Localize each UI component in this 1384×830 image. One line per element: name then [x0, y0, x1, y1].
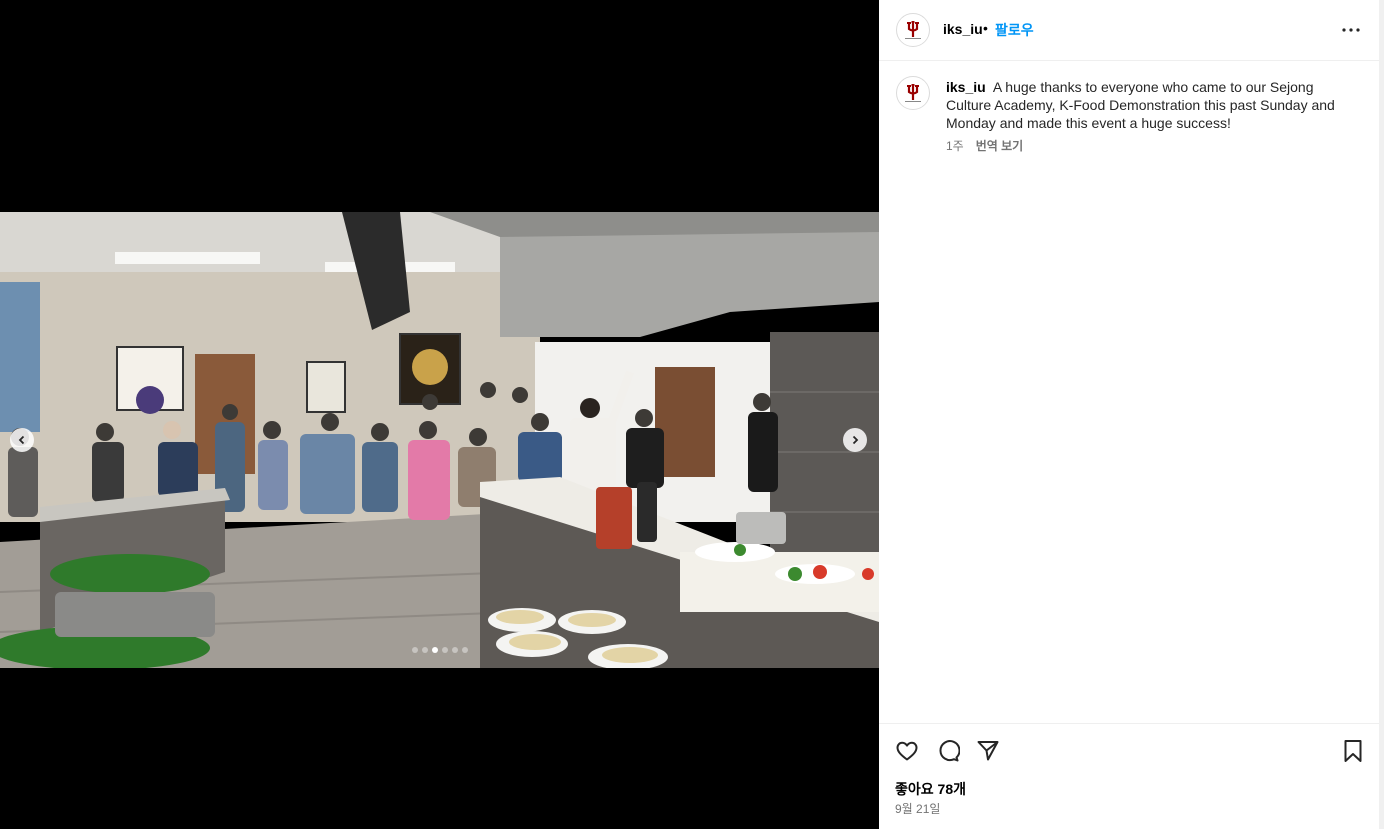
- follow-button[interactable]: 팔로우: [995, 20, 1034, 40]
- caption-avatar[interactable]: [896, 76, 930, 110]
- post-side-panel: iks_iu • 팔로우 iks_iu A huge thanks to eve…: [879, 0, 1380, 829]
- save-button[interactable]: [1339, 737, 1367, 765]
- caption-meta: 1주 번역 보기: [946, 137, 1023, 154]
- carousel-dot: [461, 647, 468, 653]
- share-button[interactable]: [974, 737, 1002, 765]
- header-username[interactable]: iks_iu: [943, 21, 983, 37]
- paper-plane-icon: [977, 741, 999, 761]
- carousel-indicator: [0, 647, 879, 653]
- iu-trident-logo-icon: [898, 78, 928, 108]
- caption-body: A huge thanks to everyone who came to ou…: [946, 79, 1335, 131]
- kitchen-demo-photo: [0, 212, 879, 668]
- carousel-dot-active: [431, 647, 438, 653]
- caption-age: 1주: [946, 139, 964, 153]
- likes-count[interactable]: 좋아요 78개: [895, 779, 966, 799]
- carousel-dot: [421, 647, 428, 653]
- carousel-next-button[interactable]: [843, 428, 867, 452]
- post-actions: 좋아요 78개 9월 21일: [879, 723, 1379, 830]
- post-header: iks_iu • 팔로우: [879, 0, 1379, 61]
- caption-username[interactable]: iks_iu: [946, 79, 986, 95]
- chevron-right-icon: [852, 435, 859, 445]
- post-date[interactable]: 9월 21일: [895, 800, 940, 817]
- iu-trident-logo-icon: [898, 15, 928, 45]
- post-photo[interactable]: [0, 212, 879, 668]
- caption-text: iks_iu A huge thanks to everyone who cam…: [946, 78, 1346, 132]
- carousel-dot: [441, 647, 448, 653]
- translate-button[interactable]: 번역 보기: [976, 137, 1024, 154]
- post-media: [0, 0, 879, 829]
- separator-dot: •: [983, 20, 988, 36]
- comment-button[interactable]: [934, 737, 962, 765]
- page-scrollbar[interactable]: [1379, 0, 1384, 829]
- more-options-button[interactable]: [1339, 18, 1363, 42]
- carousel-prev-button[interactable]: [10, 428, 34, 452]
- more-horizontal-icon: [1342, 28, 1360, 32]
- avatar[interactable]: [896, 13, 930, 47]
- chevron-left-icon: [18, 435, 25, 445]
- like-button[interactable]: [893, 737, 921, 765]
- carousel-dot: [451, 647, 458, 653]
- bookmark-icon: [1344, 740, 1362, 762]
- carousel-dot: [411, 647, 418, 653]
- heart-icon: [896, 741, 918, 761]
- comment-icon: [939, 740, 960, 762]
